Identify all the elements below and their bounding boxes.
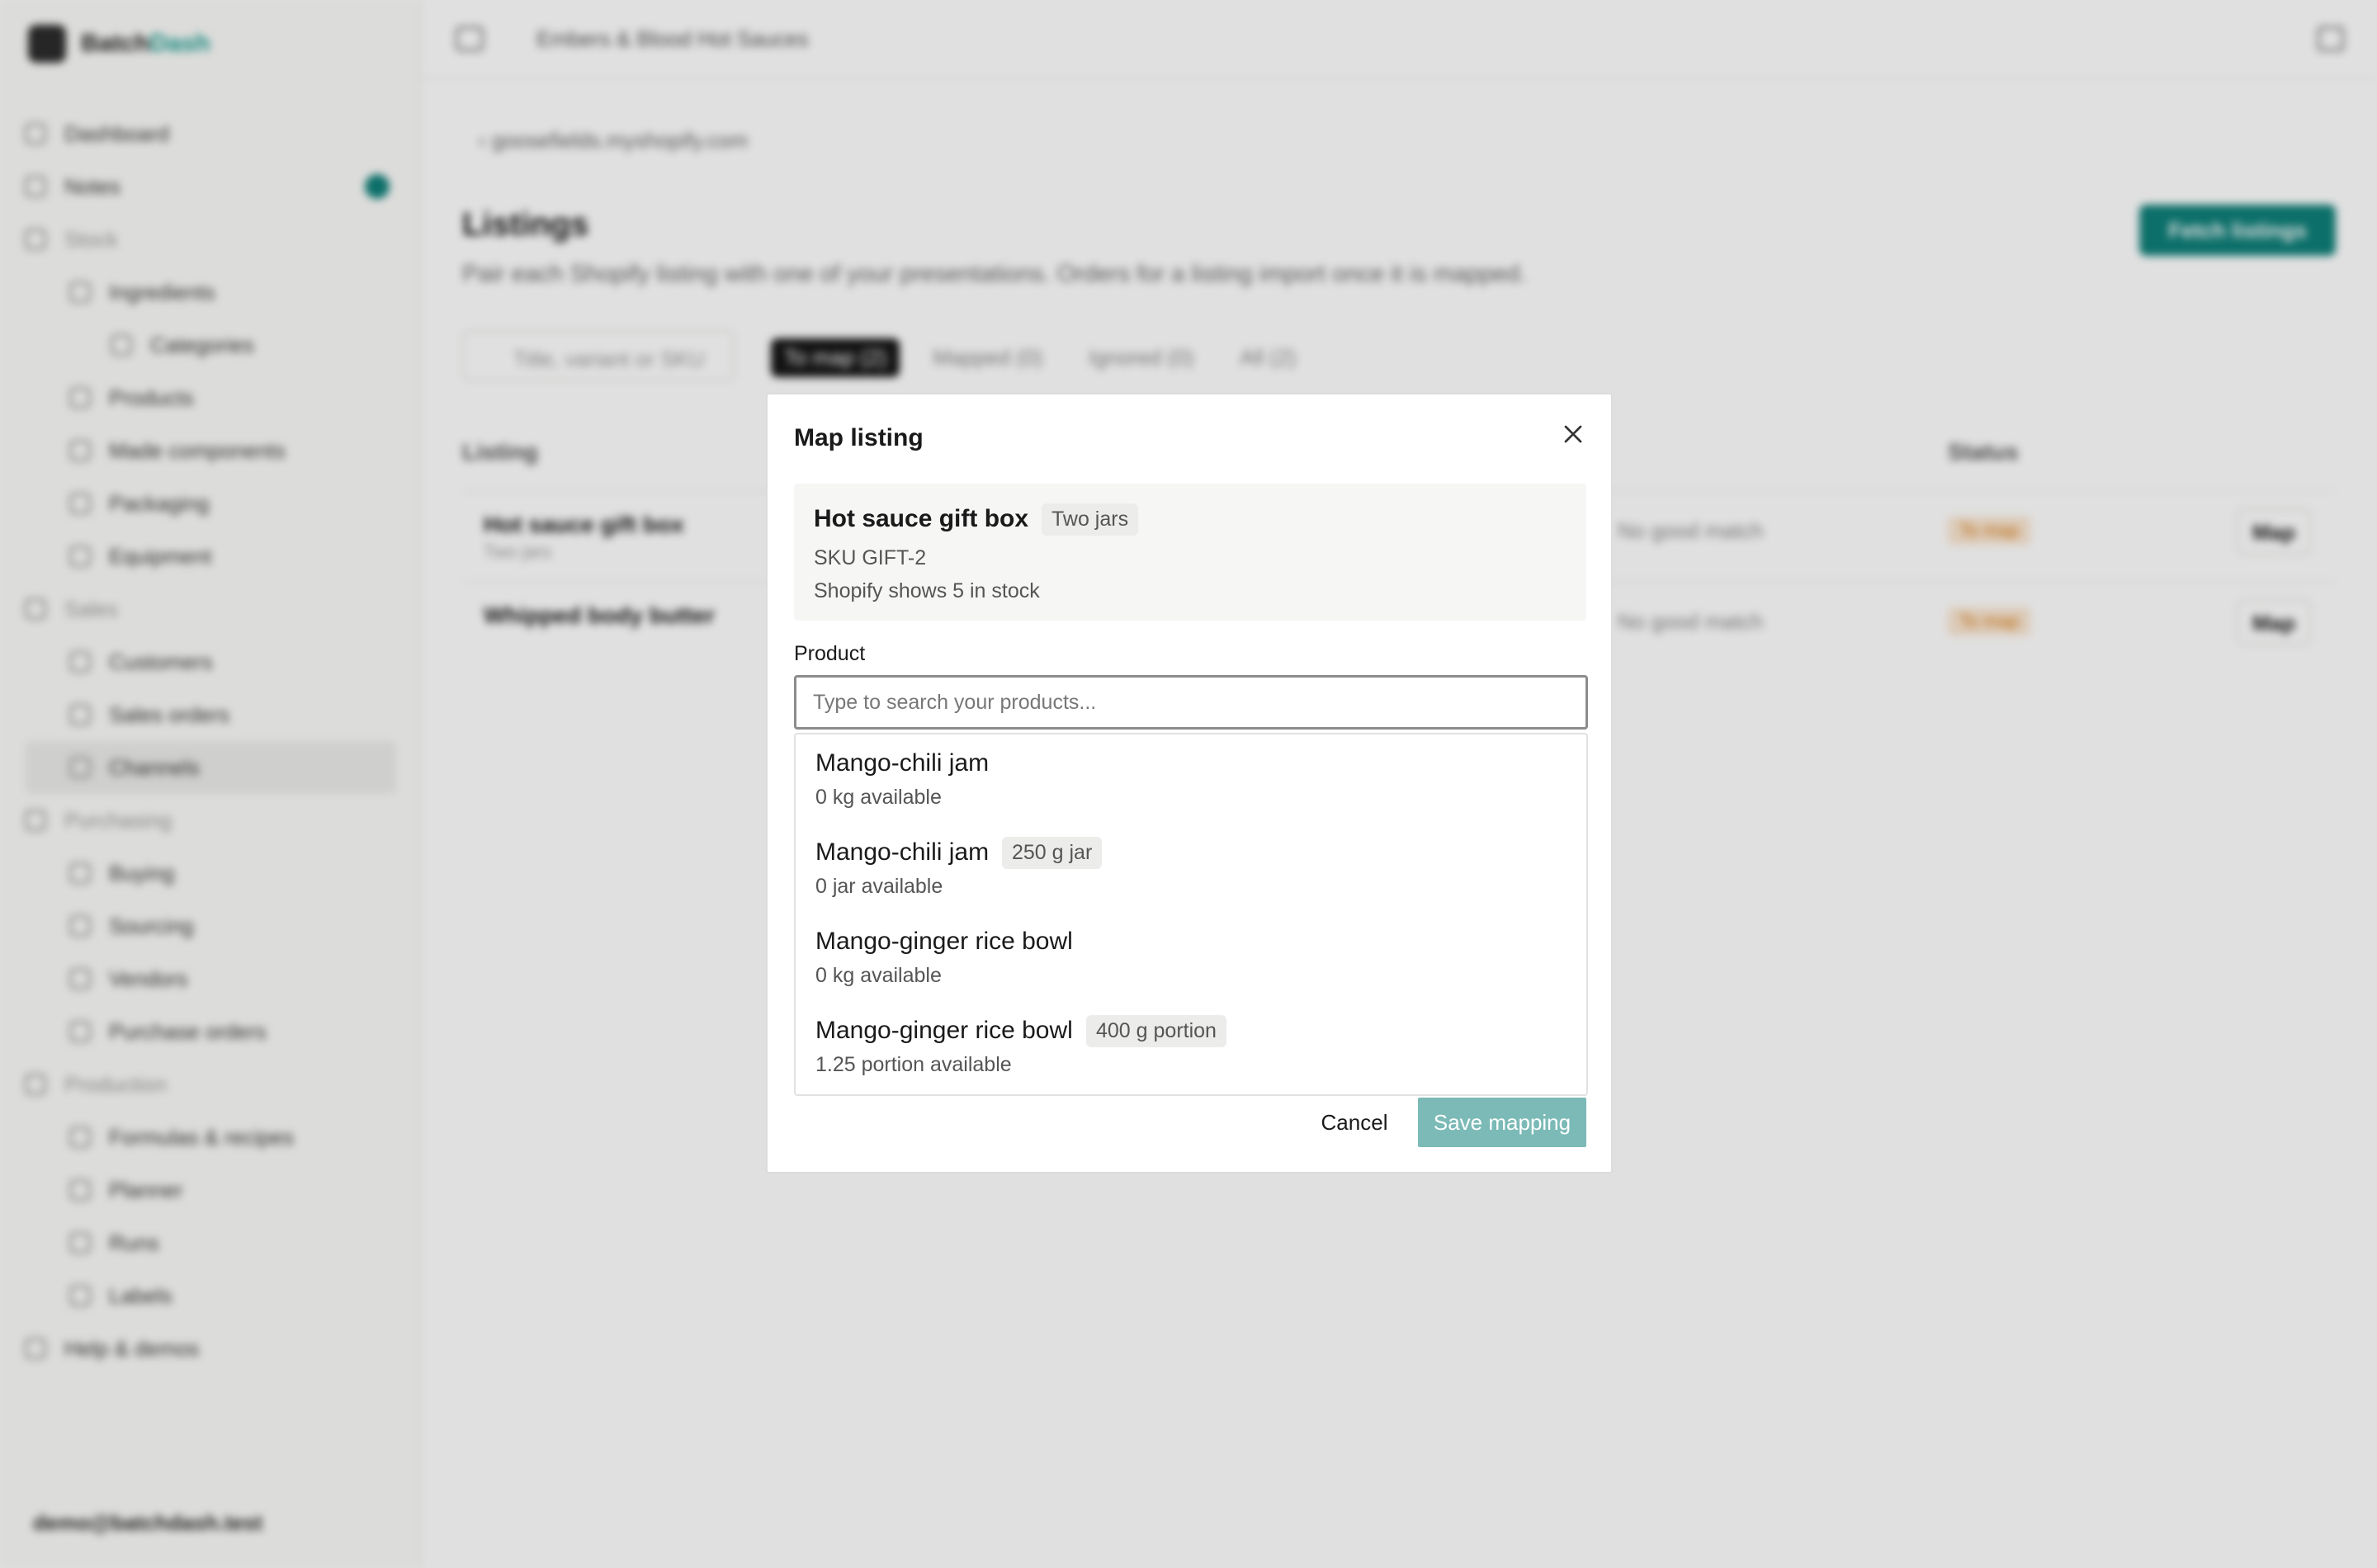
close-icon[interactable]: [1558, 419, 1588, 449]
listing-summary: Hot sauce gift box Two jars SKU GIFT-2 S…: [794, 484, 1586, 621]
listing-name: Hot sauce gift box: [814, 505, 1029, 532]
product-option-availability: 1.25 portion available: [815, 1053, 1012, 1076]
product-option-name: Mango-ginger rice bowl: [815, 1017, 1073, 1044]
listing-sku: SKU GIFT-2: [814, 546, 927, 569]
map-listing-dialog: Map listing Hot sauce gift box Two jars …: [766, 393, 1613, 1174]
product-label: Product: [794, 642, 866, 665]
product-option-name: Mango-ginger rice bowl: [815, 928, 1073, 955]
product-options-list: Mango-chili jam 0 kg available Mango-chili…: [794, 733, 1588, 1096]
product-option-unit-badge: 400 g portion: [1086, 1015, 1226, 1047]
save-mapping-button[interactable]: Save mapping: [1418, 1098, 1586, 1147]
product-option-availability: 0 kg available: [815, 786, 942, 809]
dialog-title: Map listing: [794, 424, 924, 451]
listing-variant-badge: Two jars: [1042, 503, 1139, 536]
product-option[interactable]: Mango-chili jam 250 g jar 0 jar available: [796, 824, 1586, 913]
product-option[interactable]: Mango-ginger rice bowl 400 g portion 1.25 …: [796, 1002, 1586, 1091]
product-option-name: Mango-chili jam: [815, 838, 990, 866]
product-option-name: Mango-chili jam: [815, 749, 990, 777]
listing-stock: Shopify shows 5 in stock: [814, 579, 1040, 602]
cancel-button[interactable]: Cancel: [1301, 1098, 1408, 1147]
close-icon-glyph: [1564, 425, 1582, 443]
product-option[interactable]: Mango-ginger rice bowl 0 kg available: [796, 913, 1586, 1002]
product-option[interactable]: Mango-chili jam 0 kg available: [796, 734, 1586, 824]
product-option-availability: 0 jar available: [815, 875, 943, 898]
product-option-availability: 0 kg available: [815, 964, 942, 987]
product-option-unit-badge: 250 g jar: [1002, 837, 1103, 869]
product-search-input[interactable]: [794, 675, 1588, 730]
